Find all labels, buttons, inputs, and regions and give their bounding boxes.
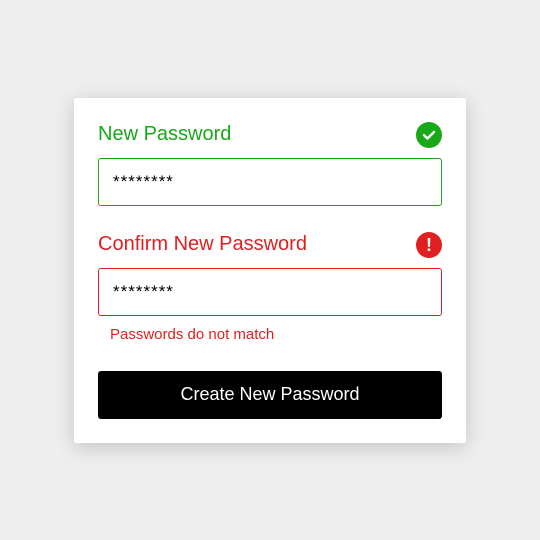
new-password-group: New Password (98, 122, 442, 206)
confirm-password-input[interactable] (98, 268, 442, 316)
create-password-button[interactable]: Create New Password (98, 371, 442, 419)
confirm-password-error-message: Passwords do not match (110, 326, 442, 343)
checkmark-icon (416, 122, 442, 148)
confirm-password-label-row: Confirm New Password ! (98, 232, 442, 258)
new-password-input[interactable] (98, 158, 442, 206)
new-password-label-row: New Password (98, 122, 442, 148)
password-form-card: New Password Confirm New Password ! Pass… (74, 98, 466, 443)
confirm-password-group: Confirm New Password ! Passwords do not … (98, 232, 442, 343)
confirm-password-label: Confirm New Password (98, 233, 307, 256)
error-icon: ! (416, 232, 442, 258)
new-password-label: New Password (98, 123, 231, 146)
